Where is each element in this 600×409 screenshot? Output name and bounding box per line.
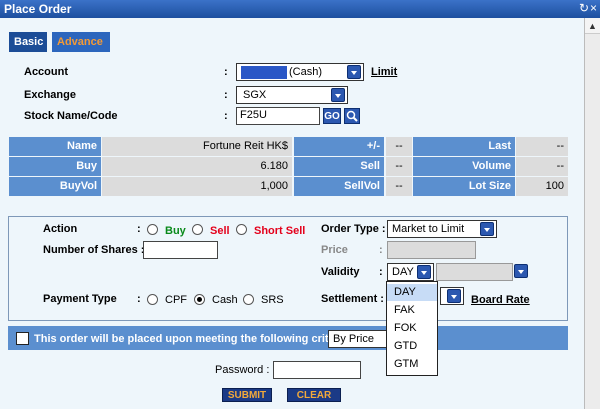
limit-link[interactable]: Limit <box>371 66 397 78</box>
table-header-cell: Name <box>9 137 101 156</box>
table-header-cell: Sell <box>294 157 384 176</box>
sell-radio[interactable] <box>192 224 203 235</box>
validity-select-value: DAY <box>392 266 414 278</box>
account-select-value: (Cash) <box>289 66 323 78</box>
stock-code-input[interactable]: F25U <box>236 107 320 125</box>
buy-label: Buy <box>165 225 186 237</box>
buy-radio[interactable] <box>147 224 158 235</box>
account-number-mask <box>241 66 287 79</box>
clear-button[interactable]: CLEAR <box>287 388 341 402</box>
go-button[interactable]: GO <box>323 108 341 124</box>
criteria-checkbox[interactable] <box>16 332 29 345</box>
validity-option-gtm[interactable]: GTM <box>387 356 437 373</box>
table-value-cell: -- <box>386 157 412 176</box>
order-type-select[interactable]: Market to Limit <box>387 220 497 238</box>
criteria-text: This order will be placed upon meeting t… <box>34 333 352 345</box>
chevron-down-icon[interactable] <box>331 88 345 102</box>
tab-advance[interactable]: Advance <box>52 32 110 52</box>
price-input[interactable] <box>387 241 476 259</box>
validity-colon: : <box>379 266 383 278</box>
board-rate-link[interactable]: Board Rate <box>471 294 530 306</box>
validity-option-fak[interactable]: FAK <box>387 302 437 319</box>
table-header-cell: +/- <box>294 137 384 156</box>
table-header-cell: BuyVol <box>9 177 101 196</box>
validity-select[interactable]: DAY <box>387 263 434 281</box>
chevron-down-icon[interactable] <box>514 264 528 278</box>
account-label: Account <box>24 66 68 78</box>
scroll-up-arrow-icon[interactable]: ▲ <box>585 18 600 34</box>
account-select[interactable]: (Cash) <box>236 63 364 81</box>
table-value-cell: Fortune Reit HK$ <box>102 137 292 156</box>
validity-option-fok[interactable]: FOK <box>387 320 437 337</box>
stock-colon: : <box>224 110 228 122</box>
chevron-down-icon[interactable] <box>417 265 431 279</box>
action-label: Action <box>43 223 78 235</box>
sell-label: Sell <box>210 225 230 237</box>
payment-type-label: Payment Type <box>43 293 117 305</box>
table-value-cell: 1,000 <box>102 177 292 196</box>
table-header-cell: Buy <box>9 157 101 176</box>
cpf-radio[interactable] <box>147 294 158 305</box>
shares-label: Number of Shares : <box>43 244 145 256</box>
action-colon: : <box>137 223 141 235</box>
table-value-cell: -- <box>516 157 568 176</box>
exchange-label: Exchange <box>24 89 76 101</box>
chevron-down-icon[interactable] <box>347 65 361 79</box>
exchange-colon: : <box>224 89 228 101</box>
validity-date-input[interactable] <box>436 263 513 281</box>
validity-label: Validity <box>321 266 360 278</box>
chevron-down-icon[interactable] <box>447 289 461 303</box>
table-value-cell: -- <box>516 137 568 156</box>
password-input[interactable] <box>273 361 361 379</box>
cash-radio[interactable] <box>194 294 205 305</box>
table-value-cell: 6.180 <box>102 157 292 176</box>
short-sell-radio[interactable] <box>236 224 247 235</box>
criteria-select-value: By Price <box>333 333 374 345</box>
table-header-cell: SellVol <box>294 177 384 196</box>
validity-date-dropdown[interactable] <box>514 264 530 280</box>
validity-option-gtd[interactable]: GTD <box>387 338 437 355</box>
srs-label: SRS <box>261 294 284 306</box>
table-header-cell: Volume <box>413 157 515 176</box>
password-label: Password : <box>215 364 270 376</box>
table-header-cell: Lot Size <box>413 177 515 196</box>
vertical-scrollbar[interactable]: ▲ <box>584 18 600 409</box>
price-colon: : <box>379 244 383 256</box>
order-type-label: Order Type : <box>321 223 386 235</box>
table-header-cell: Last <box>413 137 515 156</box>
search-icon[interactable] <box>344 108 360 124</box>
table-value-cell: -- <box>386 137 412 156</box>
order-type-value: Market to Limit <box>392 223 465 235</box>
table-value-cell: 100 <box>516 177 568 196</box>
price-label: Price <box>321 244 348 256</box>
settlement-select[interactable] <box>440 287 464 305</box>
window-title-bar: Place Order ↻× <box>0 0 600 18</box>
stock-label: Stock Name/Code <box>24 110 118 122</box>
exchange-select-value: SGX <box>243 89 267 101</box>
short-sell-label: Short Sell <box>254 225 306 237</box>
srs-radio[interactable] <box>243 294 254 305</box>
cash-label: Cash <box>212 294 238 306</box>
window-title: Place Order <box>4 2 72 16</box>
validity-option-day[interactable]: DAY <box>387 284 437 301</box>
exchange-select[interactable]: SGX <box>236 86 348 104</box>
tab-basic[interactable]: Basic <box>9 32 47 52</box>
account-colon: : <box>224 66 228 78</box>
payment-colon: : <box>137 293 141 305</box>
validity-dropdown-list: DAY FAK FOK GTD GTM <box>386 281 438 376</box>
chevron-down-icon[interactable] <box>480 222 494 236</box>
criteria-select[interactable]: By Price <box>328 330 390 348</box>
table-value-cell: -- <box>386 177 412 196</box>
submit-button[interactable]: SUBMIT <box>222 388 272 402</box>
refresh-close-icon[interactable]: ↻× <box>579 1 598 15</box>
cpf-label: CPF <box>165 294 187 306</box>
shares-input[interactable] <box>143 241 218 259</box>
settlement-label: Settlement : <box>321 293 384 305</box>
